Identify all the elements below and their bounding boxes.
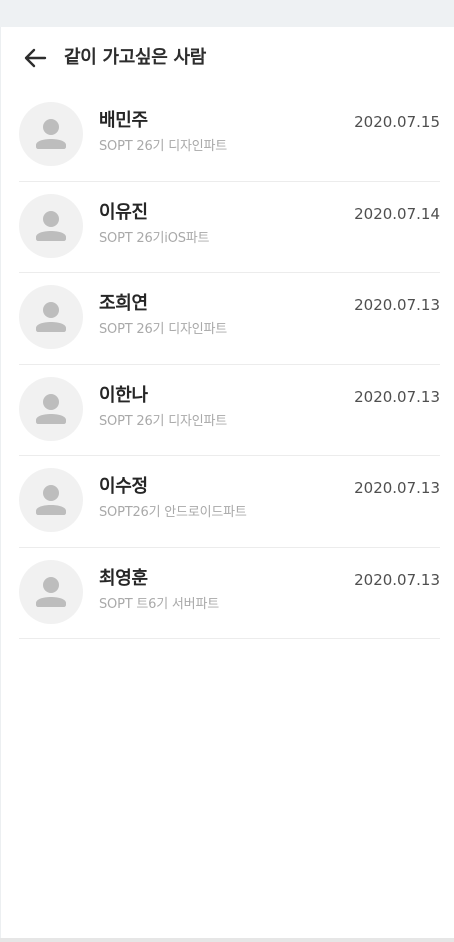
person-placeholder-icon [36, 485, 66, 515]
list-item[interactable]: 이수정 SOPT26기 안드로이드파트 2020.07.13 [19, 456, 440, 548]
bottom-edge [0, 938, 454, 942]
people-list: 배민주 SOPT 26기 디자인파트 2020.07.15 이유진 SOPT 2… [19, 90, 440, 639]
list-item[interactable]: 최영훈 SOPT 트6기 서버파트 2020.07.13 [19, 548, 440, 639]
person-info: SOPT 26기 디자인파트 [99, 139, 228, 154]
page-title: 같이 가고싶은 사람 [64, 47, 207, 68]
person-name: 이한나 [99, 384, 148, 406]
date-label: 2020.07.13 [354, 570, 440, 589]
person-name: 이수정 [99, 476, 148, 497]
list-item[interactable]: 이한나 SOPT 26기 디자인파트 2020.07.13 [19, 365, 440, 456]
person-info: SOPT 26기iOS파트 [99, 230, 210, 246]
date-label: 2020.07.15 [354, 113, 440, 131]
date-label: 2020.07.13 [354, 387, 440, 406]
person-placeholder-icon [36, 302, 66, 332]
person-placeholder-icon [36, 119, 66, 149]
person-name: 배민주 [99, 110, 148, 131]
person-info: SOPT 26기 디자인파트 [99, 413, 228, 429]
date-label: 2020.07.13 [354, 296, 440, 314]
date-label: 2020.07.13 [354, 479, 440, 497]
avatar [19, 376, 83, 441]
back-button[interactable] [21, 46, 49, 70]
status-bar [0, 0, 454, 27]
person-placeholder-icon [36, 210, 66, 241]
person-info: SOPT 26기 디자인파트 [99, 322, 228, 337]
screen: 같이 가고싶은 사람 배민주 SOPT 26기 디자인파트 2020.07.15… [1, 27, 454, 938]
person-info: SOPT 트6기 서버파트 [99, 596, 219, 612]
arrow-left-icon [24, 48, 47, 68]
avatar [19, 285, 83, 349]
avatar [19, 559, 83, 624]
avatar [19, 193, 83, 258]
person-placeholder-icon [36, 393, 66, 424]
person-name: 조희연 [99, 293, 148, 314]
person-info: SOPT26기 안드로이드파트 [99, 505, 247, 520]
list-item[interactable]: 이유진 SOPT 26기iOS파트 2020.07.14 [19, 182, 440, 273]
avatar [19, 468, 83, 532]
list-item[interactable]: 배민주 SOPT 26기 디자인파트 2020.07.15 [19, 90, 440, 182]
list-item[interactable]: 조희연 SOPT 26기 디자인파트 2020.07.13 [19, 273, 440, 365]
date-label: 2020.07.14 [354, 204, 440, 223]
app-header: 같이 가고싶은 사람 [1, 27, 454, 89]
person-placeholder-icon [36, 576, 66, 607]
avatar [19, 102, 83, 166]
person-name: 이유진 [99, 201, 148, 223]
person-name: 최영훈 [99, 567, 148, 589]
